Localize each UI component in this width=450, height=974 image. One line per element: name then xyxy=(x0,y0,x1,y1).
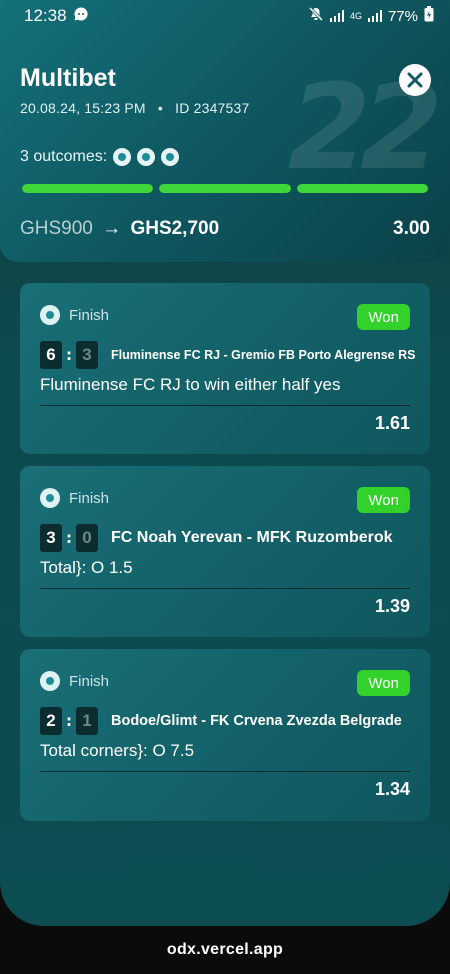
match-status-label: Finish xyxy=(69,306,110,324)
market-label: Total corners}: O 7.5 xyxy=(40,741,195,760)
bet-datetime: 20.08.24, 15:23 PM xyxy=(20,100,146,116)
outcomes-row: 3 outcomes: xyxy=(20,148,180,166)
stake-row: GHS900 → GHS2,700 3.00 xyxy=(20,218,430,240)
selection-odds: 1.34 xyxy=(374,779,410,799)
close-button[interactable] xyxy=(399,64,431,96)
away-score: 3 xyxy=(76,341,98,369)
match-status-label: Finish xyxy=(69,672,110,690)
match-row: 3 : 0 FC Noah Yerevan - MFK Ruzomberok xyxy=(40,524,393,552)
bet-meta: 20.08.24, 15:23 PM • ID 2347537 xyxy=(20,100,250,116)
status-bar: 12:38 4G 77% xyxy=(0,0,450,32)
mute-icon xyxy=(308,6,324,26)
football-icon xyxy=(137,148,156,166)
divider xyxy=(40,588,410,589)
divider xyxy=(40,405,410,406)
progress-fill xyxy=(296,184,428,193)
home-score: 3 xyxy=(40,524,62,552)
meta-separator: • xyxy=(157,100,164,116)
teams-label: Bodoe/Glimt - FK Crvena Zvezda Belgrade xyxy=(111,713,402,729)
selection-odds: 1.61 xyxy=(374,413,410,433)
signal-icon xyxy=(329,10,344,22)
away-score: 0 xyxy=(76,524,98,552)
result-badge: Won xyxy=(357,487,410,513)
signal-icon-2 xyxy=(367,10,382,22)
match-row: 6 : 3 Fluminense FC RJ - Gremio FB Porto… xyxy=(40,341,415,369)
bet-id: ID 2347537 xyxy=(175,100,250,116)
score-separator: : xyxy=(66,346,72,364)
match-row: 2 : 1 Bodoe/Glimt - FK Crvena Zvezda Bel… xyxy=(40,707,402,735)
football-icon xyxy=(40,488,60,508)
football-icon xyxy=(40,305,60,325)
app-screen: 22 12:38 4G 77% Multibet 20.08.24, 15:23… xyxy=(0,0,450,926)
outcomes-progress xyxy=(22,184,428,193)
progress-bar xyxy=(159,184,291,193)
divider xyxy=(40,771,410,772)
market-label: Total}: O 1.5 xyxy=(40,558,133,577)
chat-notification-icon xyxy=(73,6,89,27)
selection-card[interactable]: Finish Won 2 : 1 Bodoe/Glimt - FK Crvena… xyxy=(20,649,430,821)
progress-bar xyxy=(22,184,154,193)
teams-label: FC Noah Yerevan - MFK Ruzomberok xyxy=(111,529,393,546)
arrow-right-icon: → xyxy=(102,218,122,239)
match-status-label: Finish xyxy=(69,489,110,507)
network-type: 4G xyxy=(349,10,362,21)
total-odds: 3.00 xyxy=(393,218,430,239)
clock: 12:38 xyxy=(24,6,67,25)
progress-fill xyxy=(22,184,154,193)
score-separator: : xyxy=(66,712,72,730)
page-title: Multibet xyxy=(20,64,116,92)
selection-card[interactable]: Finish Won 6 : 3 Fluminense FC RJ - Grem… xyxy=(20,283,430,454)
market-label: Fluminense FC RJ to win either half yes xyxy=(40,375,341,394)
home-score: 2 xyxy=(40,707,62,735)
battery-percent: 77% xyxy=(387,7,418,25)
match-status: Finish xyxy=(40,488,109,508)
footer-url: odx.vercel.app xyxy=(166,941,284,958)
away-score: 1 xyxy=(76,707,98,735)
selection-odds: 1.39 xyxy=(374,596,410,616)
close-icon xyxy=(407,72,423,88)
score-separator: : xyxy=(66,529,72,547)
battery-icon xyxy=(424,6,434,26)
progress-bar xyxy=(296,184,428,193)
match-status: Finish xyxy=(40,305,109,325)
bet-summary-header: 22 12:38 4G 77% Multibet 20.08.24, 15:23… xyxy=(0,0,450,262)
progress-fill xyxy=(159,184,291,193)
teams-label: Fluminense FC RJ - Gremio FB Porto Alegr… xyxy=(111,348,416,362)
football-icon xyxy=(161,148,180,166)
result-badge: Won xyxy=(357,670,410,696)
result-badge: Won xyxy=(357,304,410,330)
football-icon xyxy=(113,148,132,166)
match-status: Finish xyxy=(40,671,109,691)
selection-card[interactable]: Finish Won 3 : 0 FC Noah Yerevan - MFK R… xyxy=(20,466,430,637)
stake-amount: GHS900 xyxy=(20,218,93,239)
home-score: 6 xyxy=(40,341,62,369)
outcomes-label: 3 outcomes: xyxy=(20,148,108,165)
football-icon xyxy=(40,671,60,691)
payout-amount: GHS2,700 xyxy=(130,218,220,239)
